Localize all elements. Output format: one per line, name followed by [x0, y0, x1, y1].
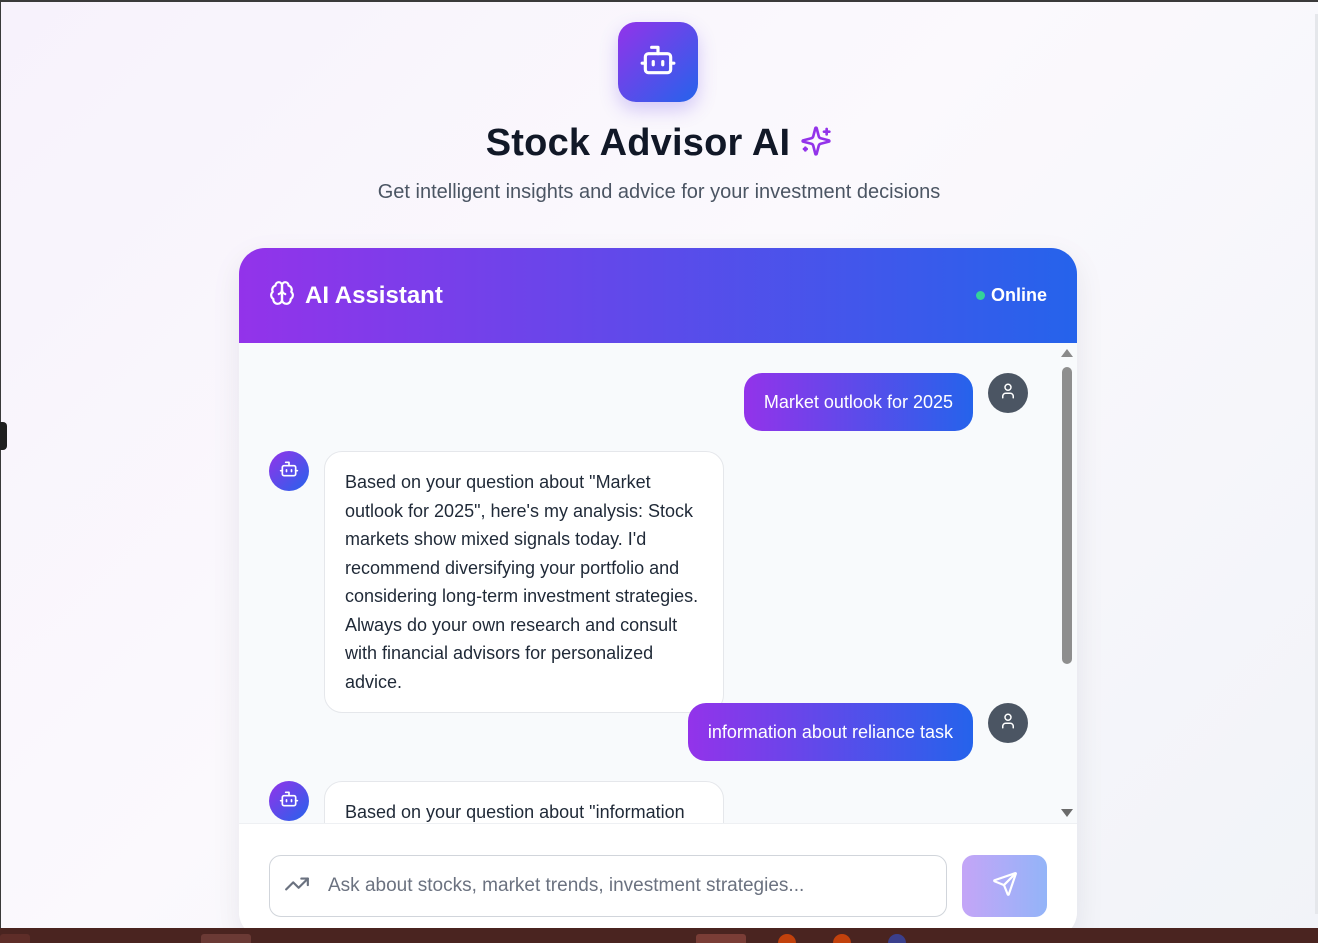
message-composer [239, 823, 1077, 938]
taskbar [0, 928, 1318, 943]
trending-up-icon [284, 871, 310, 902]
sparkles-icon [800, 125, 832, 162]
user-message-bubble: Market outlook for 2025 [743, 373, 973, 431]
status-dot [975, 291, 985, 300]
assistant-message: Based on your question about "Market out… [269, 451, 724, 713]
robot-icon [639, 41, 677, 84]
taskbar-item[interactable] [696, 934, 746, 943]
user-avatar [988, 703, 1028, 743]
app-logo [618, 22, 698, 102]
assistant-avatar [269, 451, 309, 491]
message-scrollbar[interactable] [1057, 343, 1077, 823]
taskbar-app-icon[interactable] [888, 934, 906, 943]
scroll-down-arrow-icon[interactable] [1061, 809, 1073, 817]
page-subtitle: Get intelligent insights and advice for … [377, 181, 941, 203]
chat-title: AI Assistant [305, 281, 443, 309]
user-message: Market outlook for 2025 [743, 373, 1028, 431]
status-label: Online [990, 285, 1047, 305]
send-icon [992, 871, 1018, 902]
user-icon [999, 382, 1017, 405]
brain-icon [269, 280, 295, 311]
page-title: Stock Advisor AI [485, 122, 791, 164]
scroll-up-arrow-icon[interactable] [1061, 349, 1073, 357]
message-input-wrapper[interactable] [269, 855, 947, 917]
scroll-thumb[interactable] [1062, 367, 1072, 664]
assistant-message: Based on your question about "informatio… [269, 781, 724, 823]
taskbar-item[interactable] [0, 934, 30, 943]
chat-header-title-group: AI Assistant [269, 280, 443, 311]
robot-icon [279, 789, 299, 814]
side-handle[interactable] [0, 422, 7, 450]
assistant-avatar [269, 781, 309, 821]
status-indicator: Online [975, 285, 1047, 306]
assistant-message-bubble: Based on your question about "informatio… [324, 781, 724, 823]
taskbar-app-icon[interactable] [778, 934, 796, 943]
chat-panel: AI Assistant Online Market outlook for 2… [239, 248, 1077, 938]
taskbar-app-icon[interactable] [833, 934, 851, 943]
user-message: information about reliance task [687, 703, 1028, 761]
page-header: Stock Advisor AI [0, 122, 1318, 165]
user-avatar [988, 373, 1028, 413]
user-icon [999, 712, 1017, 735]
message-list[interactable]: Market outlook for 2025 Based on your qu… [239, 343, 1077, 823]
assistant-message-bubble: Based on your question about "Market out… [324, 451, 724, 713]
chat-header: AI Assistant Online [239, 248, 1077, 343]
robot-icon [279, 459, 299, 484]
taskbar-item[interactable] [201, 934, 251, 943]
user-message-bubble: information about reliance task [687, 703, 973, 761]
send-button[interactable] [962, 855, 1047, 917]
message-input[interactable] [328, 875, 908, 897]
